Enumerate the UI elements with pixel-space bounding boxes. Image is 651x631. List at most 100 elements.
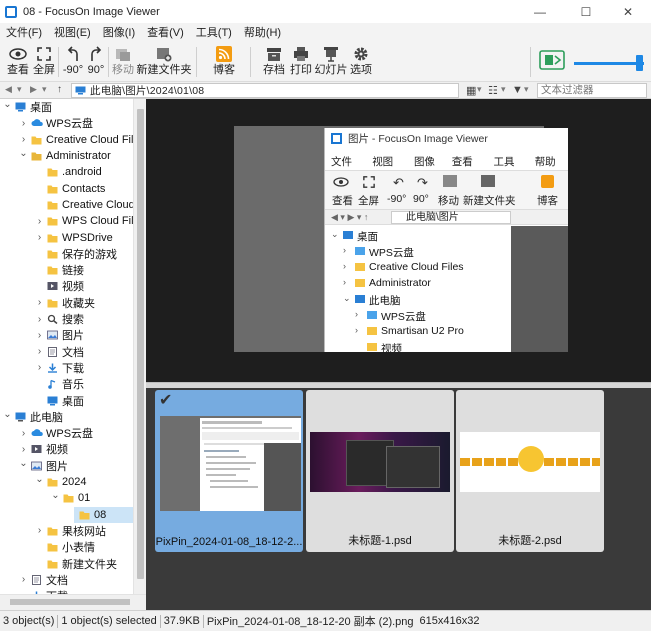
chevron-right-icon[interactable]: ›	[35, 297, 44, 308]
thumbnail-card[interactable]: 未标题-2.psd	[456, 390, 604, 552]
filter-dropdown-icon[interactable]: ▾	[524, 84, 529, 95]
tree-item[interactable]: ⌄ Administrator	[0, 148, 133, 164]
chevron-right-icon[interactable]: ›	[35, 330, 44, 341]
view-button[interactable]: 查看	[6, 44, 30, 80]
menu-file[interactable]: 文件(F)	[6, 24, 42, 40]
maximize-button[interactable]: ☐	[563, 0, 609, 23]
tree-item[interactable]: › 果核网站	[0, 523, 133, 539]
tree-item[interactable]: ⌄ 2024	[0, 474, 133, 490]
tree-item[interactable]: › 搜索	[0, 311, 133, 327]
thumbnail-card[interactable]: 未标题-1.psd	[306, 390, 454, 552]
tree-item[interactable]: ⌄ 图片	[0, 458, 133, 474]
thumbnail-card[interactable]: ✔ PixPin_2024-01-08_18-12-2...	[155, 390, 303, 552]
move-button[interactable]: 移动	[111, 44, 135, 80]
up-icon[interactable]: ↑	[57, 84, 62, 95]
minimize-button[interactable]: —	[517, 0, 563, 23]
chevron-right-icon[interactable]: ›	[19, 574, 28, 585]
sort-icon[interactable]: ☷	[488, 84, 498, 97]
chevron-right-icon[interactable]: ›	[35, 362, 44, 373]
menu-view[interactable]: 视图(E)	[54, 24, 91, 40]
tree-item[interactable]: ⌄ 此电脑	[0, 409, 133, 425]
blog-button[interactable]: 博客	[212, 44, 236, 80]
tree-item[interactable]: 小表情	[0, 539, 133, 555]
zoom-slider-track[interactable]	[574, 62, 644, 65]
user-icon	[31, 151, 42, 161]
chevron-right-icon[interactable]: ›	[19, 428, 28, 439]
title-bar: 08 - FocusOn Image Viewer — ☐ ✕	[0, 0, 651, 23]
tree-item[interactable]: › WPS云盘	[0, 115, 133, 131]
menu-help[interactable]: 帮助(H)	[244, 24, 281, 40]
tree-item[interactable]: Creative Cloud	[0, 197, 133, 213]
view-dropdown-icon[interactable]: ▾	[477, 84, 482, 95]
chevron-down-icon[interactable]: ⌄	[19, 458, 28, 469]
chevron-right-icon[interactable]: ›	[35, 346, 44, 357]
filter-icon[interactable]: ▼	[512, 84, 523, 96]
grid-view-icon[interactable]: ▦	[466, 84, 476, 97]
chevron-down-icon[interactable]: ⌄	[19, 148, 28, 159]
close-button[interactable]: ✕	[605, 0, 651, 23]
back-dropdown-icon[interactable]: ▾	[17, 84, 22, 95]
tree-item[interactable]: › 收藏夹	[0, 295, 133, 311]
tree-item[interactable]: › 视频	[0, 441, 133, 457]
sort-dropdown-icon[interactable]: ▾	[501, 84, 506, 95]
chevron-right-icon[interactable]: ›	[19, 134, 28, 145]
tree-item-label: 新建文件夹	[62, 558, 117, 571]
tree-item[interactable]: 桌面	[0, 392, 133, 408]
rotate-left-button[interactable]: -90°	[62, 44, 84, 80]
tree-item[interactable]: ⌄ 01	[0, 490, 133, 506]
save-button[interactable]: 存档	[262, 44, 286, 80]
tree-item[interactable]: ⌄ 桌面	[0, 99, 133, 115]
chevron-right-icon[interactable]: ›	[35, 216, 44, 227]
chevron-right-icon[interactable]: ›	[35, 314, 44, 325]
tree-item-label: Contacts	[62, 182, 106, 195]
tree-item[interactable]: 新建文件夹	[0, 555, 133, 571]
print-button[interactable]: 打印	[289, 44, 313, 80]
chevron-down-icon[interactable]: ⌄	[3, 409, 12, 420]
tree-item[interactable]: › Creative Cloud File	[0, 132, 133, 148]
slideshow-button[interactable]: 幻灯片	[315, 44, 348, 80]
options-button[interactable]: 选项	[349, 44, 373, 80]
tree-item[interactable]: › 文档	[0, 344, 133, 360]
menu-image[interactable]: 图像(I)	[103, 24, 135, 40]
forward-icon[interactable]: ▶	[30, 84, 37, 95]
tree-item[interactable]: › WPS云盘	[0, 425, 133, 441]
tree-item[interactable]: 保存的游戏	[0, 246, 133, 262]
scrollbar-thumb[interactable]	[10, 599, 130, 605]
chevron-down-icon[interactable]: ⌄	[3, 99, 12, 110]
chevron-right-icon[interactable]: ›	[35, 232, 44, 243]
menu-tools[interactable]: 工具(T)	[196, 24, 232, 40]
folder-icon	[47, 526, 58, 536]
tree-item[interactable]: .android	[0, 164, 133, 180]
tree-item[interactable]: 视频	[0, 278, 133, 294]
rotate-right-button[interactable]: 90°	[86, 44, 106, 80]
zoom-slider-thumb[interactable]	[636, 55, 643, 71]
tree-item[interactable]: › 图片	[0, 327, 133, 343]
tree-item[interactable]: 音乐	[0, 376, 133, 392]
tree-item[interactable]: 链接	[0, 262, 133, 278]
tree-item[interactable]: › WPS Cloud File	[0, 213, 133, 229]
chevron-down-icon[interactable]: ⌄	[51, 490, 60, 501]
thumbnail-image	[160, 416, 301, 511]
scrollbar-thumb[interactable]	[137, 109, 144, 579]
forward-dropdown-icon[interactable]: ▾	[42, 84, 47, 95]
path-input[interactable]: 此电脑\图片\2024\01\08	[71, 83, 459, 98]
chevron-right-icon[interactable]: ›	[19, 118, 28, 129]
menu-look[interactable]: 查看(V)	[147, 24, 184, 40]
folder-icon	[47, 477, 58, 487]
chevron-right-icon[interactable]: ›	[19, 444, 28, 455]
tree-vertical-scrollbar[interactable]	[133, 99, 146, 594]
fit-window-icon[interactable]	[539, 50, 565, 73]
tree-item[interactable]: 08	[74, 506, 133, 523]
tree-item[interactable]: › WPSDrive	[0, 229, 133, 245]
chevron-down-icon[interactable]: ⌄	[35, 474, 44, 485]
picture-icon	[47, 330, 58, 340]
tree-item[interactable]: › 文档	[0, 572, 133, 588]
tree-item[interactable]: › 下载	[0, 360, 133, 376]
tree-horizontal-scrollbar[interactable]	[0, 594, 146, 608]
new-folder-button[interactable]: 新建文件夹	[137, 44, 192, 80]
chevron-right-icon[interactable]: ›	[35, 525, 44, 536]
back-icon[interactable]: ◀	[5, 84, 12, 95]
filter-input[interactable]: 文本过滤器	[537, 83, 647, 98]
fullscreen-button[interactable]: 全屏	[32, 44, 56, 80]
tree-item[interactable]: Contacts	[0, 181, 133, 197]
